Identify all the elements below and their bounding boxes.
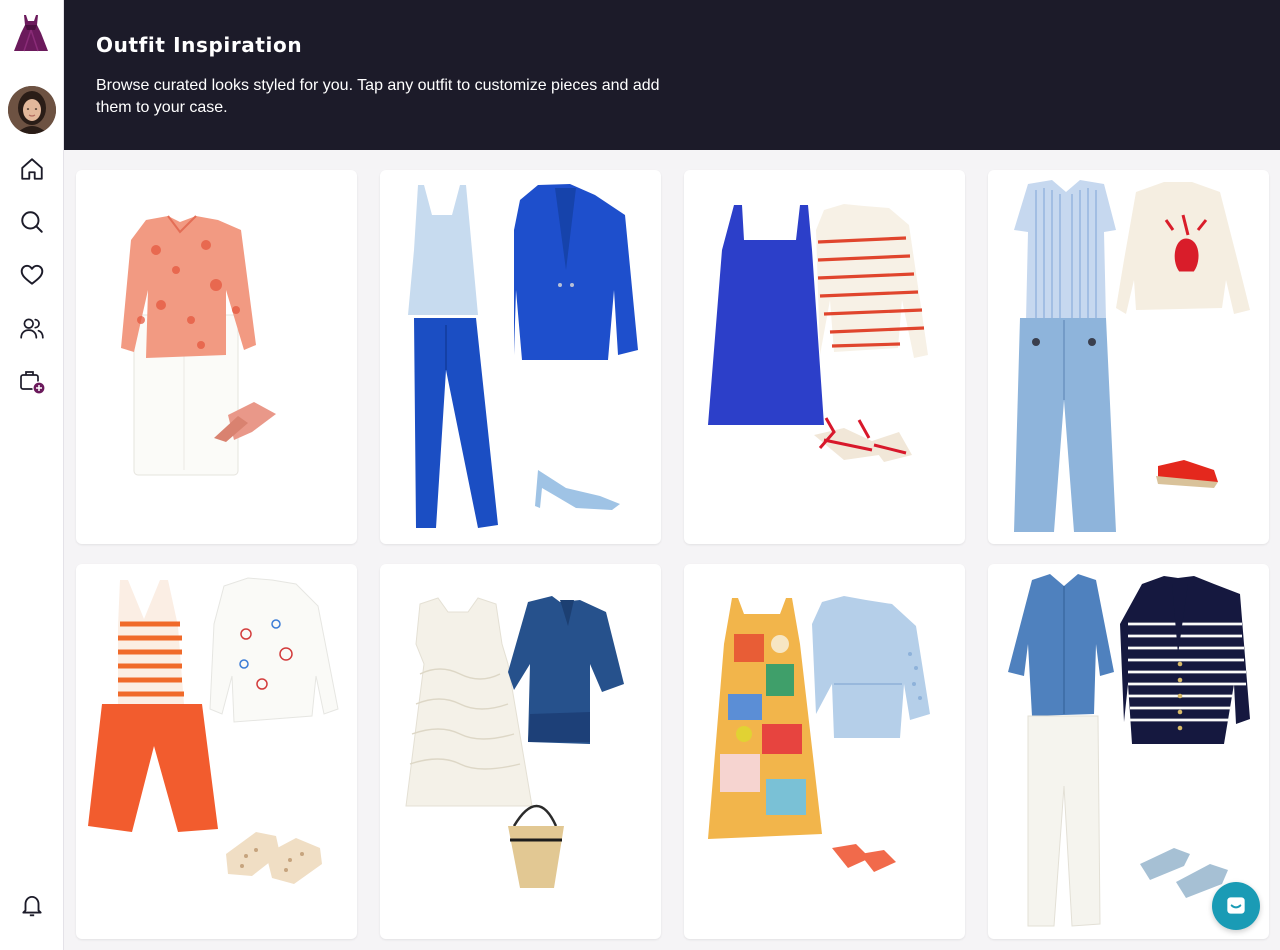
outfit-image xyxy=(408,184,638,528)
page-subtitle: Browse curated looks styled for you. Tap… xyxy=(96,77,660,116)
outfit-image xyxy=(405,596,624,888)
case-add-icon[interactable] xyxy=(18,367,46,395)
home-icon[interactable] xyxy=(18,155,46,183)
outfit-card[interactable] xyxy=(380,564,661,939)
outfit-image xyxy=(708,596,930,872)
outfit-card[interactable] xyxy=(684,564,965,939)
outfit-card[interactable] xyxy=(76,170,357,544)
outfit-image xyxy=(88,577,339,884)
heart-icon[interactable] xyxy=(18,261,46,289)
sidebar xyxy=(0,0,64,950)
page-header: Outfit Inspiration Browse curated looks … xyxy=(64,0,1280,150)
outfit-image xyxy=(708,204,928,462)
avatar[interactable] xyxy=(8,86,56,134)
outfit-card[interactable] xyxy=(684,170,965,544)
outfit-image xyxy=(121,215,276,476)
search-icon[interactable] xyxy=(18,208,46,236)
outfit-card[interactable] xyxy=(380,170,661,544)
chat-icon xyxy=(1227,897,1245,914)
bell-icon[interactable] xyxy=(18,891,46,919)
dress-logo-icon[interactable] xyxy=(12,13,50,53)
chat-button[interactable] xyxy=(1212,882,1260,930)
outfit-card[interactable] xyxy=(988,170,1269,544)
outfit-image xyxy=(1014,180,1250,532)
users-icon[interactable] xyxy=(18,314,46,342)
outfit-grid xyxy=(76,170,1269,939)
page-title: Outfit Inspiration xyxy=(96,33,303,57)
outfit-card[interactable] xyxy=(76,564,357,939)
